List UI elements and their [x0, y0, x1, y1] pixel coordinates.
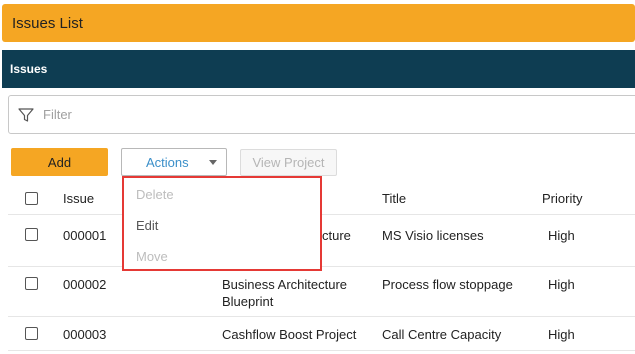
- menu-item-delete[interactable]: Delete: [136, 187, 174, 202]
- project-name: Cashflow Boost Project: [222, 327, 357, 342]
- issue-priority: High: [548, 277, 575, 292]
- page-title-bar: Issues List: [2, 4, 635, 42]
- menu-item-edit[interactable]: Edit: [136, 218, 158, 233]
- chevron-down-icon: [209, 160, 217, 165]
- issue-title: Call Centre Capacity: [382, 327, 502, 342]
- section-header: Issues: [2, 50, 635, 88]
- column-header-title[interactable]: Title: [382, 191, 406, 206]
- filter-input[interactable]: [41, 106, 441, 123]
- issue-priority: High: [548, 228, 575, 243]
- column-header-issue[interactable]: Issue: [63, 191, 94, 206]
- issue-id: 000001: [63, 228, 107, 243]
- column-header-priority[interactable]: Priority: [542, 191, 582, 206]
- project-name: cture: [322, 228, 351, 243]
- row-checkbox[interactable]: [25, 327, 38, 340]
- actions-menu: Delete Edit Move: [122, 176, 322, 271]
- project-name-line1: Business Architecture: [222, 277, 348, 292]
- actions-label: Actions: [146, 154, 189, 170]
- filter-icon[interactable]: [17, 106, 35, 124]
- issue-priority: High: [548, 327, 575, 342]
- divider: [8, 350, 635, 351]
- view-project-button[interactable]: View Project: [240, 149, 337, 176]
- page-title: Issues List: [12, 14, 83, 32]
- filter-bar[interactable]: [8, 95, 635, 134]
- issue-title: MS Visio licenses: [382, 228, 484, 243]
- issue-id: 000003: [63, 327, 107, 342]
- actions-dropdown-button[interactable]: Actions: [121, 148, 227, 176]
- issue-id: 000002: [63, 277, 107, 292]
- divider: [8, 316, 635, 317]
- menu-item-move[interactable]: Move: [136, 249, 168, 264]
- add-button[interactable]: Add: [11, 148, 108, 176]
- select-all-checkbox[interactable]: [25, 192, 38, 205]
- row-checkbox[interactable]: [25, 228, 38, 241]
- project-name-line2: Blueprint: [222, 294, 274, 309]
- issue-title: Process flow stoppage: [382, 277, 513, 292]
- section-title: Issues: [10, 62, 48, 76]
- row-checkbox[interactable]: [25, 277, 38, 290]
